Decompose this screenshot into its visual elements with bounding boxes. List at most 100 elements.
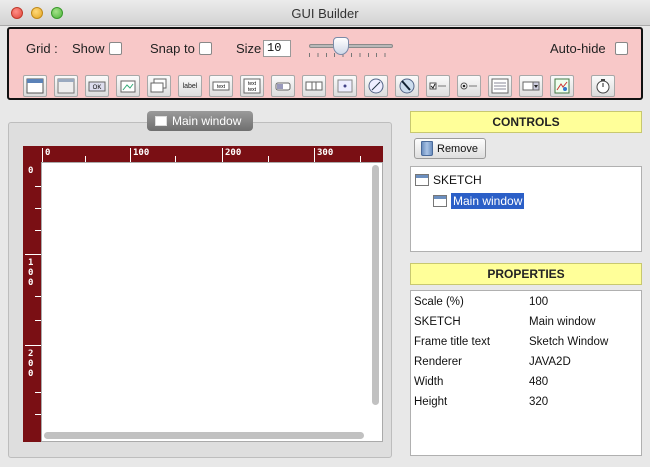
property-value[interactable]: 320 bbox=[529, 396, 548, 414]
ruler-tick bbox=[42, 148, 43, 162]
ruler-left-label: 0 bbox=[28, 166, 34, 176]
grid-size-field[interactable]: 10 bbox=[263, 40, 291, 57]
image-tool-icon bbox=[554, 78, 570, 94]
trash-icon bbox=[421, 141, 433, 156]
knob-tool-button[interactable] bbox=[364, 75, 388, 97]
window-tool-button[interactable] bbox=[23, 75, 47, 97]
scroll-thumb[interactable] bbox=[372, 165, 379, 405]
ruler-left-label: 100 bbox=[28, 258, 34, 288]
list-tool-button[interactable] bbox=[488, 75, 512, 97]
property-key: Frame title text bbox=[414, 336, 491, 348]
ruler-tick bbox=[25, 345, 41, 346]
ruler-tick bbox=[314, 148, 315, 162]
image-button-tool-button[interactable] bbox=[116, 75, 140, 97]
remove-button[interactable]: Remove bbox=[414, 138, 486, 159]
property-row[interactable]: Frame title text Sketch Window bbox=[414, 336, 608, 354]
show-label: Show bbox=[72, 41, 105, 56]
textarea-tool-icon: texttext bbox=[243, 78, 261, 94]
ruler-top-label: 300 bbox=[317, 148, 334, 158]
ruler-top-label: 100 bbox=[133, 148, 150, 158]
tree-node-main-window[interactable]: Main window bbox=[433, 192, 525, 210]
textfield-tool-icon: text bbox=[212, 81, 230, 91]
main-window-tab[interactable]: Main window bbox=[147, 111, 253, 131]
svg-text:OK: OK bbox=[93, 85, 102, 91]
panel-tool-icon bbox=[57, 78, 75, 94]
slider-ticks bbox=[309, 53, 393, 57]
scroll-thumb[interactable] bbox=[44, 432, 364, 439]
image-toggle-tool-icon bbox=[150, 78, 167, 93]
property-key: Width bbox=[414, 376, 444, 388]
property-key: SKETCH bbox=[414, 316, 461, 328]
ruler-left-label: 200 bbox=[28, 349, 34, 379]
ruler-top-label: 0 bbox=[45, 148, 51, 158]
toggle-button-tool-button[interactable] bbox=[271, 75, 295, 97]
sketchpad-tool-icon bbox=[337, 79, 353, 93]
spinner-tool-button[interactable] bbox=[302, 75, 326, 97]
spinner-tool-icon bbox=[305, 81, 323, 91]
grid-size-slider[interactable] bbox=[309, 44, 393, 48]
tree-node-sketch[interactable]: SKETCH bbox=[415, 171, 482, 189]
label-tool-button[interactable]: label bbox=[178, 75, 202, 97]
sketchpad-tool-button[interactable] bbox=[333, 75, 357, 97]
property-row[interactable]: Height 320 bbox=[414, 396, 548, 414]
window-tool-icon bbox=[26, 78, 44, 94]
panel-tool-button[interactable] bbox=[54, 75, 78, 97]
properties-header: PROPERTIES bbox=[410, 263, 642, 285]
property-key: Height bbox=[414, 396, 448, 408]
label-tool-icon: label bbox=[182, 82, 198, 90]
list-tool-icon bbox=[491, 78, 509, 94]
toggle-button-tool-icon bbox=[275, 82, 291, 91]
property-value[interactable]: Main window bbox=[529, 316, 595, 334]
checkbox-tool-button[interactable] bbox=[426, 75, 450, 97]
radio-tool-button[interactable] bbox=[457, 75, 481, 97]
property-row[interactable]: Width 480 bbox=[414, 376, 548, 394]
textfield-tool-button[interactable]: text bbox=[209, 75, 233, 97]
timer-tool-button[interactable] bbox=[591, 75, 615, 97]
canvas-horizontal-scrollbar[interactable] bbox=[42, 430, 368, 441]
vertical-ruler: 0 100 200 bbox=[23, 146, 41, 442]
dropdown-tool-button[interactable] bbox=[519, 75, 543, 97]
property-key: Scale (%) bbox=[414, 296, 464, 308]
dial-tool-button[interactable] bbox=[395, 75, 419, 97]
button-tool-icon: OK bbox=[88, 81, 106, 92]
properties-table: Scale (%) 100 SKETCH Main window Frame t… bbox=[410, 290, 642, 456]
property-row[interactable]: Renderer JAVA2D bbox=[414, 356, 571, 374]
timer-tool-icon bbox=[596, 79, 610, 94]
show-grid-checkbox[interactable] bbox=[109, 42, 122, 55]
svg-text:text: text bbox=[248, 87, 257, 93]
image-tool-button[interactable] bbox=[550, 75, 574, 97]
image-button-tool-icon bbox=[120, 80, 136, 93]
property-value[interactable]: 100 bbox=[529, 296, 548, 314]
window-icon bbox=[433, 195, 447, 207]
property-value[interactable]: Sketch Window bbox=[529, 336, 608, 354]
property-row[interactable]: Scale (%) 100 bbox=[414, 296, 548, 314]
button-tool-button[interactable]: OK bbox=[85, 75, 109, 97]
property-row[interactable]: SKETCH Main window bbox=[414, 316, 595, 334]
remove-button-label: Remove bbox=[437, 142, 478, 155]
radio-tool-icon bbox=[460, 82, 477, 90]
property-value[interactable]: JAVA2D bbox=[529, 356, 571, 374]
snap-to-checkbox[interactable] bbox=[199, 42, 212, 55]
window-icon bbox=[155, 116, 167, 126]
dial-tool-icon bbox=[399, 78, 415, 94]
controls-header: CONTROLS bbox=[410, 111, 642, 133]
autohide-label: Auto-hide bbox=[550, 41, 606, 56]
property-value[interactable]: 480 bbox=[529, 376, 548, 394]
tree-node-label: Main window bbox=[451, 193, 525, 209]
slider-thumb[interactable] bbox=[333, 37, 349, 55]
textarea-tool-button[interactable]: text text bbox=[240, 75, 264, 97]
canvas-vertical-scrollbar[interactable] bbox=[370, 163, 381, 429]
image-toggle-tool-button[interactable] bbox=[147, 75, 171, 97]
knob-tool-icon bbox=[368, 78, 384, 94]
ruler-top-label: 200 bbox=[225, 148, 242, 158]
horizontal-ruler: 0 100 200 300 bbox=[23, 146, 383, 162]
autohide-checkbox[interactable] bbox=[615, 42, 628, 55]
ruler-tick bbox=[222, 148, 223, 162]
controls-tree: SKETCH Main window bbox=[410, 166, 642, 252]
size-label: Size bbox=[236, 41, 262, 56]
grid-label: Grid : bbox=[26, 41, 58, 56]
property-key: Renderer bbox=[414, 356, 462, 368]
main-window-tab-label: Main window bbox=[172, 114, 242, 128]
sketch-canvas[interactable] bbox=[41, 162, 383, 442]
panel-splitter[interactable] bbox=[410, 254, 642, 260]
